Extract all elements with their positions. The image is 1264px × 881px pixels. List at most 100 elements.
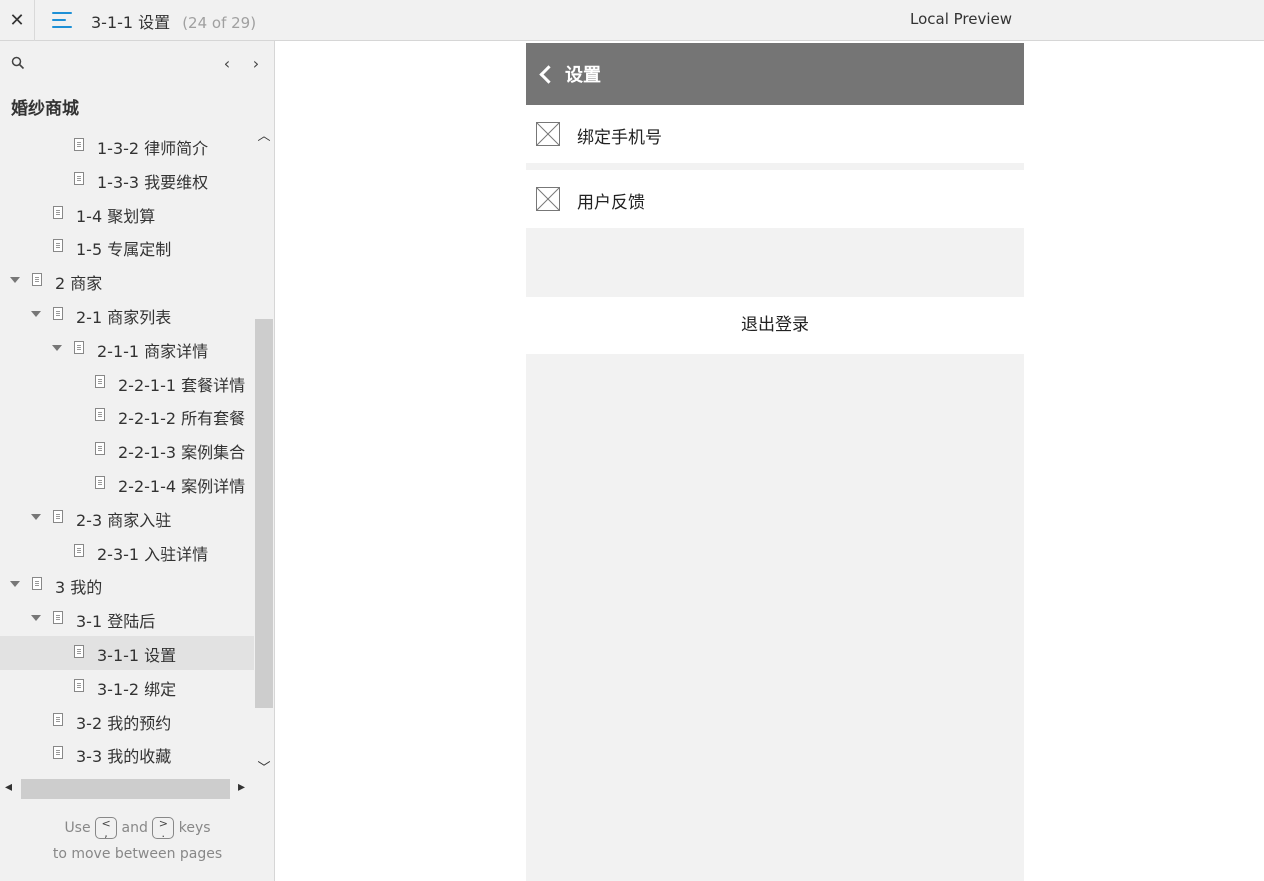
vertical-scrollbar[interactable]: ︿ ﹀ bbox=[254, 123, 274, 777]
setting-row-feedback[interactable]: 用户反馈 bbox=[526, 170, 1024, 228]
page-title-text: 3-1-1 设置 bbox=[91, 13, 171, 32]
sidebar: ‹ › 婚纱商城 1-3-2 律师简介 1-3-3 我要维权 1-4 聚划算 1-5 … bbox=[0, 41, 275, 881]
page-icon bbox=[74, 678, 84, 692]
search-icon[interactable] bbox=[11, 56, 25, 70]
hint-line2: to move between pages bbox=[52, 846, 223, 862]
tree-item[interactable]: 3-2 我的预约 bbox=[0, 704, 254, 738]
keyboard-hint: Use <, and >. keys to move between pages bbox=[0, 815, 275, 867]
scroll-up-icon[interactable]: ︿ bbox=[254, 125, 274, 144]
top-bar: ✕ 3-1-1 设置 (24 of 29) Local Preview bbox=[0, 0, 1264, 41]
tree-item[interactable]: 3-1-2 绑定 bbox=[0, 670, 254, 704]
tree-item-label: 3-1 登陆后 bbox=[76, 612, 156, 632]
back-button[interactable]: 设置 bbox=[536, 61, 601, 87]
phone-header: 设置 bbox=[526, 43, 1024, 105]
page-icon bbox=[32, 577, 42, 591]
next-key-icon: >. bbox=[152, 817, 175, 839]
tree-item[interactable]: 3-3 我的收藏 bbox=[0, 737, 254, 771]
page-icon bbox=[53, 712, 63, 726]
tree-item-label: 2-2-1-1 套餐详情 bbox=[118, 375, 246, 395]
page-icon bbox=[32, 273, 42, 287]
tree-item-label: 3-1-2 绑定 bbox=[97, 679, 177, 699]
hint-use: Use bbox=[64, 820, 91, 836]
tree-item[interactable]: 3 我的 bbox=[0, 568, 254, 602]
preview-label: Local Preview bbox=[910, 10, 1013, 28]
expand-toggle-icon[interactable] bbox=[10, 275, 20, 285]
tree-item[interactable]: 2-3-1 入驻详情 bbox=[0, 535, 254, 569]
tree-item-label: 1-3-3 我要维权 bbox=[97, 172, 209, 192]
scroll-left-icon[interactable]: ◂ bbox=[5, 779, 12, 795]
tree-item[interactable]: 2-2-1-2 所有套餐 bbox=[0, 399, 254, 433]
tree-item-label: 3-3 我的收藏 bbox=[76, 747, 172, 767]
tree-item[interactable]: 2-1-1 商家详情 bbox=[0, 332, 254, 366]
phone-screen: 设置 绑定手机号 用户反馈 退出登录 bbox=[526, 43, 1024, 881]
close-button[interactable]: ✕ bbox=[0, 0, 35, 41]
tree-item-label: 2 商家 bbox=[55, 274, 103, 294]
page-icon bbox=[74, 645, 84, 658]
page-icon bbox=[53, 746, 63, 760]
tree-item[interactable]: 2-2-1-3 案例集合 bbox=[0, 433, 254, 467]
logout-button[interactable]: 退出登录 bbox=[526, 297, 1024, 354]
close-icon: ✕ bbox=[9, 10, 25, 31]
tree-item[interactable]: 2-3 商家入驻 bbox=[0, 501, 254, 535]
next-page-icon[interactable]: › bbox=[248, 54, 264, 73]
header-title: 设置 bbox=[565, 65, 601, 86]
tree-item-label: 1-3-2 律师简介 bbox=[97, 139, 209, 158]
expand-toggle-icon[interactable] bbox=[31, 309, 41, 319]
tree-item-label: 2-2-1-2 所有套餐 bbox=[118, 409, 246, 429]
setting-label: 用户反馈 bbox=[577, 193, 645, 213]
tree-item[interactable]: 3-1-1 设置 bbox=[0, 636, 254, 670]
tree-item[interactable]: 2-2-1-4 案例详情 bbox=[0, 467, 254, 501]
tree-item-label: 1-5 专属定制 bbox=[76, 240, 172, 260]
setting-label: 绑定手机号 bbox=[577, 128, 662, 148]
scroll-right-icon[interactable]: ▸ bbox=[238, 779, 245, 795]
scroll-down-icon[interactable]: ﹀ bbox=[254, 757, 274, 776]
image-placeholder-icon bbox=[536, 122, 560, 146]
tree-item-label: 3 我的 bbox=[55, 578, 103, 598]
hint-keys: keys bbox=[178, 820, 211, 836]
page-icon bbox=[74, 138, 84, 151]
page-icon bbox=[74, 171, 84, 185]
hint-and: and bbox=[121, 820, 148, 836]
tree-item-label: 1-4 聚划算 bbox=[76, 206, 156, 226]
page-icon bbox=[53, 509, 63, 523]
tree-item-label: 3-2 我的预约 bbox=[76, 713, 172, 733]
page-icon bbox=[95, 476, 105, 489]
prev-key-icon: <, bbox=[95, 817, 118, 839]
page-counter: (24 of 29) bbox=[182, 14, 257, 32]
tree-item[interactable]: 1-5 专属定制 bbox=[0, 230, 254, 264]
tree-item-label: 2-1-1 商家详情 bbox=[97, 341, 209, 361]
page-icon bbox=[53, 239, 63, 253]
page-tree: 1-3-2 律师简介 1-3-3 我要维权 1-4 聚划算 1-5 专属定制 2 商家 2… bbox=[0, 129, 254, 777]
tree-item[interactable]: 1-3-3 我要维权 bbox=[0, 163, 254, 197]
page-icon bbox=[95, 408, 105, 422]
page-icon bbox=[95, 442, 105, 456]
tree-item[interactable]: 3-1 登陆后 bbox=[0, 602, 254, 636]
tree-item[interactable]: 1-3-2 律师简介 bbox=[0, 129, 254, 163]
page-icon bbox=[53, 611, 63, 625]
expand-toggle-icon[interactable] bbox=[10, 579, 20, 589]
expand-toggle-icon[interactable] bbox=[31, 512, 41, 522]
tree-item[interactable]: 2-1 商家列表 bbox=[0, 298, 254, 332]
vertical-scroll-thumb[interactable] bbox=[255, 319, 273, 708]
expand-toggle-icon[interactable] bbox=[52, 343, 62, 353]
prev-page-icon[interactable]: ‹ bbox=[219, 54, 235, 73]
page-icon bbox=[53, 205, 63, 219]
menu-toggle-icon[interactable] bbox=[52, 9, 74, 31]
horizontal-scrollbar[interactable]: ◂ ▸ bbox=[0, 777, 254, 801]
setting-row-bind-phone[interactable]: 绑定手机号 bbox=[526, 105, 1024, 163]
tree-item[interactable]: 2 商家 bbox=[0, 264, 254, 298]
tree-item-label: 2-3 商家入驻 bbox=[76, 510, 172, 530]
tree-item-label: 2-1 商家列表 bbox=[76, 308, 172, 327]
tree-item[interactable]: 2-2-1-1 套餐详情 bbox=[0, 366, 254, 400]
project-title: 婚纱商城 bbox=[11, 99, 79, 119]
tree-item-label: 2-2-1-4 案例详情 bbox=[118, 477, 246, 496]
preview-area: 设置 绑定手机号 用户反馈 退出登录 bbox=[275, 41, 1264, 881]
page-icon bbox=[74, 543, 84, 557]
tree-item[interactable]: 1-4 聚划算 bbox=[0, 197, 254, 231]
page-icon bbox=[95, 374, 105, 388]
page-icon bbox=[53, 307, 63, 320]
expand-toggle-icon[interactable] bbox=[31, 613, 41, 623]
tree-item-label: 3-1-1 设置 bbox=[97, 646, 177, 665]
horizontal-scroll-thumb[interactable] bbox=[21, 779, 230, 799]
page-title: 3-1-1 设置 (24 of 29) bbox=[91, 9, 256, 33]
